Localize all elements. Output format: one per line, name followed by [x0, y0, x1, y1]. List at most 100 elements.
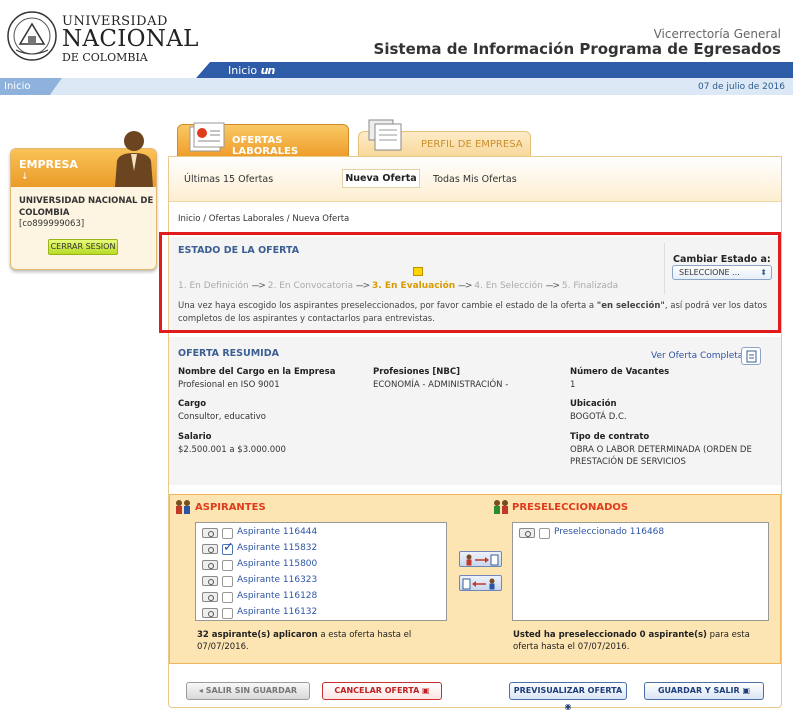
cargo-label: Cargo [178, 399, 207, 409]
breadcrumb-bar [0, 78, 793, 95]
breadcrumb[interactable]: Inicio / Ofertas Laborales / Nueva Ofert… [178, 214, 349, 224]
header-subtitle: Vicerrectoría General [653, 27, 781, 41]
view-eye-icon[interactable] [202, 608, 218, 618]
move-to-candidates-button[interactable] [459, 575, 502, 591]
vacancies-label: Número de Vacantes [570, 367, 670, 377]
subnav-latest-offers[interactable]: Últimas 15 Ofertas [184, 174, 273, 185]
offer-summary-title: OFERTA RESUMIDA [178, 348, 279, 359]
change-status-label: Cambiar Estado a: [673, 254, 771, 265]
status-note: Una vez haya escogido los aspirantes pre… [178, 300, 771, 326]
select-caret-icon: ⬍ [760, 268, 767, 277]
candidate-checkbox[interactable] [222, 560, 233, 571]
current-date: 07 de julio de 2016 [697, 82, 785, 92]
view-full-offer-link[interactable]: Ver Oferta Completa [651, 351, 743, 361]
current-step-icon [413, 267, 423, 276]
subnav-new-offer[interactable]: Nueva Oferta [342, 169, 420, 188]
nav-home-link[interactable]: Inicio un [228, 64, 276, 77]
university-logo[interactable]: UNIVERSIDAD NACIONAL DE COLOMBIA [6, 8, 198, 70]
breadcrumb-home[interactable]: Inicio [4, 81, 30, 92]
cancel-offer-button[interactable]: CANCELAR OFERTA ▣ [322, 682, 442, 700]
subnav-all-offers[interactable]: Todas Mis Ofertas [433, 174, 517, 185]
back-arrow-icon: ◂ [198, 686, 206, 695]
view-eye-icon[interactable] [519, 528, 535, 538]
cancel-offer-label: CANCELAR OFERTA [334, 686, 420, 695]
exit-without-saving-label: SALIR SIN GUARDAR [205, 686, 298, 695]
tab-label: OFERTAS LABORALES [232, 135, 299, 157]
step-4: 4. En Selección [474, 281, 543, 291]
company-code: [co899999063] [19, 219, 85, 229]
candidates-title: ASPIRANTES [195, 502, 266, 513]
step-arrow: ---> [458, 281, 472, 291]
header-title: Sistema de Información Programa de Egres… [373, 40, 781, 58]
candidate-label[interactable]: Aspirante 116132 [237, 607, 317, 617]
status-steps: 1. En Definición ---> 2. En Convocatoria… [178, 281, 618, 291]
candidate-checkbox[interactable] [222, 576, 233, 587]
candidate-label[interactable]: Aspirante 116128 [237, 591, 317, 601]
business-person-icon [115, 131, 153, 187]
candidate-label[interactable]: Aspirante 116323 [237, 575, 317, 585]
candidate-label[interactable]: Aspirante 115832 [237, 543, 317, 553]
preselected-list[interactable]: Preseleccionado 116468 [512, 522, 769, 621]
candidates-summary: 32 aspirante(s) aplicaron a esta oferta … [197, 629, 447, 653]
cargo-value: Consultor, educativo [178, 412, 266, 422]
preview-offer-label: PREVISUALIZAR OFERTA [513, 686, 623, 695]
preselected-label[interactable]: Preseleccionado 116468 [554, 527, 664, 537]
company-title: EMPRESA [19, 158, 78, 171]
step-arrow: ---> [355, 281, 370, 291]
salary-value: $2.500.001 a $3.000.000 [178, 445, 286, 455]
view-eye-icon[interactable] [202, 544, 218, 554]
candidate-label[interactable]: Aspirante 115800 [237, 559, 317, 569]
professions-value: ECONOMÍA - ADMINISTRACIÓN - [373, 380, 509, 390]
preview-offer-button[interactable]: PREVISUALIZAR OFERTA ◉ [509, 682, 627, 711]
preselected-group-icon [494, 500, 508, 514]
preselected-summary-bold: Usted ha preseleccionado 0 aspirante(s) [513, 630, 707, 640]
save-and-exit-label: GUARDAR Y SALIR [657, 686, 740, 695]
location-value: BOGOTÁ D.C. [570, 412, 627, 422]
candidate-label[interactable]: Aspirante 116444 [237, 527, 317, 537]
logout-button[interactable]: CERRAR SESION [48, 239, 118, 255]
exit-without-saving-button[interactable]: ◂ SALIR SIN GUARDAR [186, 682, 310, 700]
salary-label: Salario [178, 432, 212, 442]
university-seal-icon [7, 11, 57, 61]
offer-status-title: ESTADO DE LA OFERTA [178, 245, 300, 256]
cancel-doc-icon: ▣ [419, 686, 430, 695]
company-name: UNIVERSIDAD NACIONAL DE COLOMBIA [19, 196, 154, 218]
step-5: 5. Finalizada [561, 281, 619, 291]
view-eye-icon[interactable] [202, 528, 218, 538]
view-eye-icon[interactable] [202, 592, 218, 602]
candidate-checkbox[interactable] [222, 608, 233, 619]
vacancies-value: 1 [570, 380, 576, 390]
preselected-checkbox[interactable] [539, 528, 550, 539]
status-note-bold: "en selección" [596, 301, 665, 311]
step-1: 1. En Definición [178, 281, 249, 291]
preselected-title: PRESELECCIONADOS [512, 502, 629, 513]
view-eye-icon[interactable] [202, 576, 218, 586]
preselected-summary: Usted ha preseleccionado 0 aspirante(s) … [513, 629, 773, 653]
view-offer-icon[interactable] [741, 347, 761, 365]
view-eye-icon[interactable] [202, 560, 218, 570]
cargo-name-label: Nombre del Cargo en la Empresa [178, 367, 336, 377]
save-doc-icon: ▣ [739, 686, 751, 695]
save-and-exit-button[interactable]: GUARDAR Y SALIR ▣ [644, 682, 764, 700]
job-offers-icon [189, 122, 225, 152]
divider [664, 243, 665, 294]
candidate-checkbox[interactable] [222, 540, 234, 555]
company-profile-icon [368, 119, 402, 151]
un-brand-mark: un [260, 64, 276, 77]
company-box: EMPRESA ↓ UNIVERSIDAD NACIONAL DE COLOMB… [10, 131, 157, 270]
tab-ofertas-laborales[interactable]: OFERTAS LABORALES [177, 122, 349, 157]
change-status-select[interactable]: SELECCIONE ... ⬍ [672, 265, 772, 280]
candidate-checkbox[interactable] [222, 528, 233, 539]
candidates-list[interactable]: Aspirante 116444 Aspirante 115832 Aspira… [195, 522, 447, 621]
candidates-group-icon [176, 500, 190, 514]
move-to-preselected-button[interactable] [459, 551, 502, 567]
page: UNIVERSIDAD NACIONAL DE COLOMBIA Vicerre… [0, 0, 793, 713]
tab-perfil-empresa[interactable]: PERFIL DE EMPRESA [358, 119, 531, 157]
candidates-summary-bold: 32 aspirante(s) aplicaron [197, 630, 318, 640]
cargo-name-value: Profesional en ISO 9001 [178, 380, 280, 390]
change-status-value: SELECCIONE ... [679, 268, 740, 277]
professions-label: Profesiones [NBC] [373, 367, 460, 377]
preview-eye-icon: ◉ [564, 702, 572, 711]
nav-home-label: Inicio [228, 64, 258, 77]
candidate-checkbox[interactable] [222, 592, 233, 603]
